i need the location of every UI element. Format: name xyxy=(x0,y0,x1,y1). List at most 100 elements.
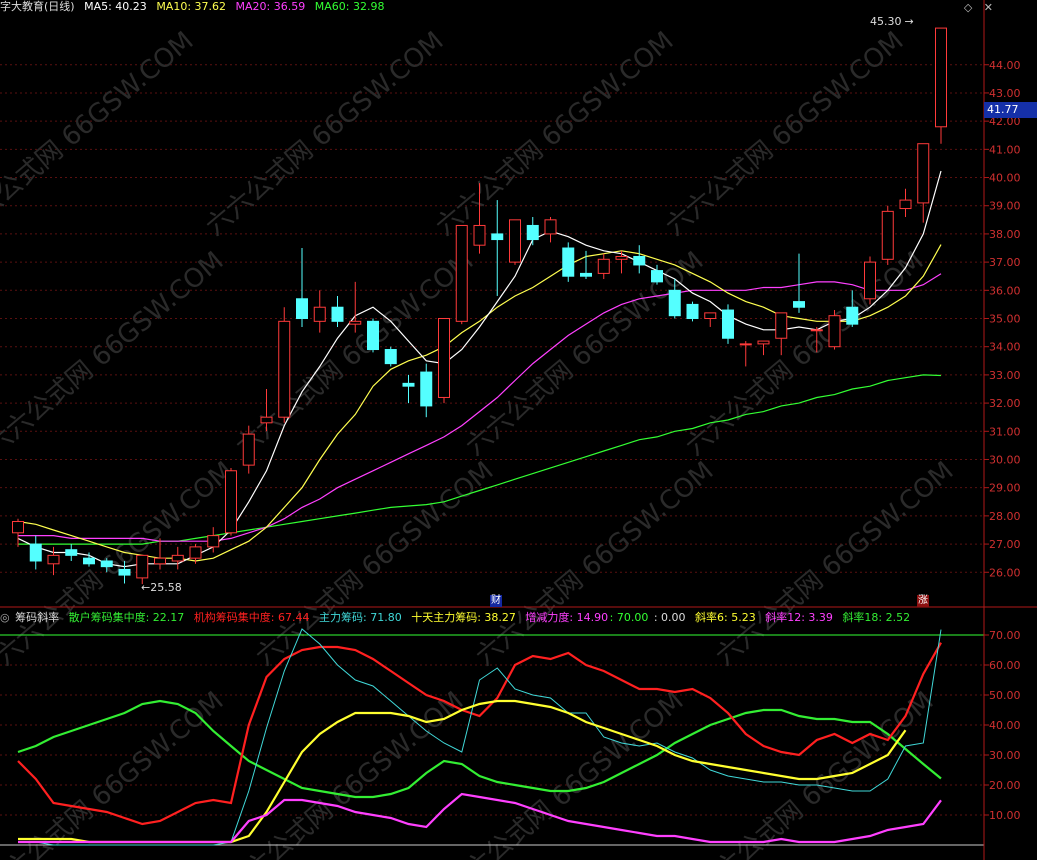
price-tick-label: 31.00 xyxy=(989,425,1021,438)
candle-down xyxy=(118,568,131,576)
indicator-tick-label: 70.00 xyxy=(989,629,1021,642)
indicator-tick-label: 20.00 xyxy=(989,779,1021,792)
current-price-tag: 41.77 xyxy=(984,102,1037,118)
candle-down xyxy=(686,303,699,320)
candle-up xyxy=(615,255,628,260)
candle-down xyxy=(491,233,504,241)
candle-up xyxy=(597,258,610,274)
candle-down xyxy=(29,543,42,562)
price-tick-label: 38.00 xyxy=(989,228,1021,241)
slope12-label: 斜率12: 3.39 xyxy=(765,611,833,624)
watermark-text: 六六公式网 66GSW.COM xyxy=(0,26,199,242)
candle-up xyxy=(544,219,557,235)
force-label: 增减力度: 14.90 xyxy=(525,611,609,624)
header-icons: ◇ ✕ xyxy=(964,1,993,14)
indicator-tick-label: 50.00 xyxy=(989,689,1021,702)
rise-marker[interactable]: 涨 xyxy=(917,595,929,607)
price-tick-label: 27.00 xyxy=(989,538,1021,551)
candle-up xyxy=(349,320,362,325)
watermark-text: 六六公式网 66GSW.COM xyxy=(430,26,679,242)
watermark-text: 六六公式网 66GSW.COM xyxy=(250,456,499,672)
candle-up xyxy=(154,557,166,565)
candle-up xyxy=(509,219,521,263)
candle-down xyxy=(420,371,433,407)
candle-up xyxy=(899,199,912,210)
price-tick-label: 30.00 xyxy=(989,453,1021,466)
price-tick-label: 33.00 xyxy=(989,369,1021,382)
candle-up xyxy=(313,306,326,322)
slope18-label: 斜率18: 2.52 xyxy=(842,611,911,624)
watermark-text: 六六公式网 66GSW.COM xyxy=(200,26,449,242)
candle-up xyxy=(47,554,60,565)
ma60-label: MA60: 32.98 xyxy=(314,0,385,13)
candle-down xyxy=(633,255,646,266)
retail-label: 散户筹码集中度: 22.17 xyxy=(68,611,185,624)
settings-icon[interactable]: ◎ xyxy=(0,611,10,624)
indicator-tick-label: 60.00 xyxy=(989,659,1021,672)
candle-down xyxy=(384,349,397,365)
candle-down xyxy=(296,298,308,320)
ten-label: 十天主力筹码: 38.27 xyxy=(411,611,516,624)
candle-down xyxy=(83,557,95,565)
candle-up xyxy=(704,312,717,320)
price-tick-label: 37.00 xyxy=(989,256,1021,269)
candle-down xyxy=(722,309,734,339)
candle-up xyxy=(438,318,450,398)
candle-down xyxy=(562,247,575,277)
candle-up xyxy=(810,329,823,332)
price-tick-label: 28.00 xyxy=(989,510,1021,523)
watermark-text: 六六公式网 66GSW.COM xyxy=(660,26,909,242)
indicator-tick-label: 40.00 xyxy=(989,719,1021,732)
ma5-label: MA5: 40.23 xyxy=(84,0,147,13)
indicator-tick-label: 30.00 xyxy=(989,749,1021,762)
candle-up xyxy=(225,470,237,534)
const-label: : 70.00 xyxy=(609,611,649,624)
candle-up xyxy=(260,416,273,424)
ma10-label: MA10: 37.62 xyxy=(156,0,227,13)
candle-up xyxy=(917,143,930,204)
candle-down xyxy=(651,270,663,283)
price-tick-label: 32.00 xyxy=(989,397,1021,410)
stock-title: 字大教育(日线) xyxy=(0,0,75,13)
candle-down xyxy=(793,301,805,308)
slope6-label: 斜率6: 5.23 xyxy=(695,611,756,624)
candle-up xyxy=(828,315,841,348)
price-tick-label: 41.00 xyxy=(989,143,1021,156)
candle-up xyxy=(455,224,468,322)
price-tick-label: 26.00 xyxy=(989,566,1021,579)
watermark-text: 六六公式网 66GSW.COM xyxy=(710,456,959,672)
candle-down xyxy=(846,306,859,325)
candle-down xyxy=(100,560,113,568)
watermark-text: 六六公式网 66GSW.COM xyxy=(680,246,929,462)
candle-up xyxy=(739,343,752,346)
price-tick-label: 35.00 xyxy=(989,313,1021,326)
ma-legend: 字大教育(日线) MA5: 40.23 MA10: 37.62 MA20: 36… xyxy=(0,0,390,14)
candle-down xyxy=(367,320,379,351)
price-tick-label: 29.00 xyxy=(989,482,1021,495)
diamond-icon[interactable]: ◇ xyxy=(964,1,972,14)
candle-down xyxy=(526,224,539,241)
price-tick-label: 36.00 xyxy=(989,284,1021,297)
candle-down xyxy=(65,549,78,556)
candle-down xyxy=(402,382,415,387)
candle-up xyxy=(935,27,947,128)
zero-label: : 0.00 xyxy=(653,611,686,624)
candle-up xyxy=(473,224,486,246)
indicator-title: 筹码斜率 xyxy=(15,611,60,624)
finance-marker[interactable]: 财 xyxy=(490,595,502,607)
candle-up xyxy=(12,521,24,534)
candle-up xyxy=(242,433,255,466)
price-tick-label: 40.00 xyxy=(989,172,1021,185)
candle-up xyxy=(136,554,149,579)
candle-up xyxy=(189,546,202,559)
close-icon[interactable]: ✕ xyxy=(984,1,993,14)
ma20-label: MA20: 36.59 xyxy=(235,0,306,13)
candle-up xyxy=(757,340,770,345)
candle-down xyxy=(580,272,592,277)
candle-up xyxy=(881,210,894,260)
low-label: ←25.58 xyxy=(141,581,182,594)
kline-chart: 六六公式网 66GSW.COM 六六公式网 66GSW.COM六六公式网 66GS… xyxy=(0,0,1037,860)
watermark-layer: 六六公式网 66GSW.COM 六六公式网 66GSW.COM六六公式网 66GS… xyxy=(0,26,959,860)
candle-up xyxy=(278,320,291,418)
high-label: 45.30 → xyxy=(870,15,914,28)
